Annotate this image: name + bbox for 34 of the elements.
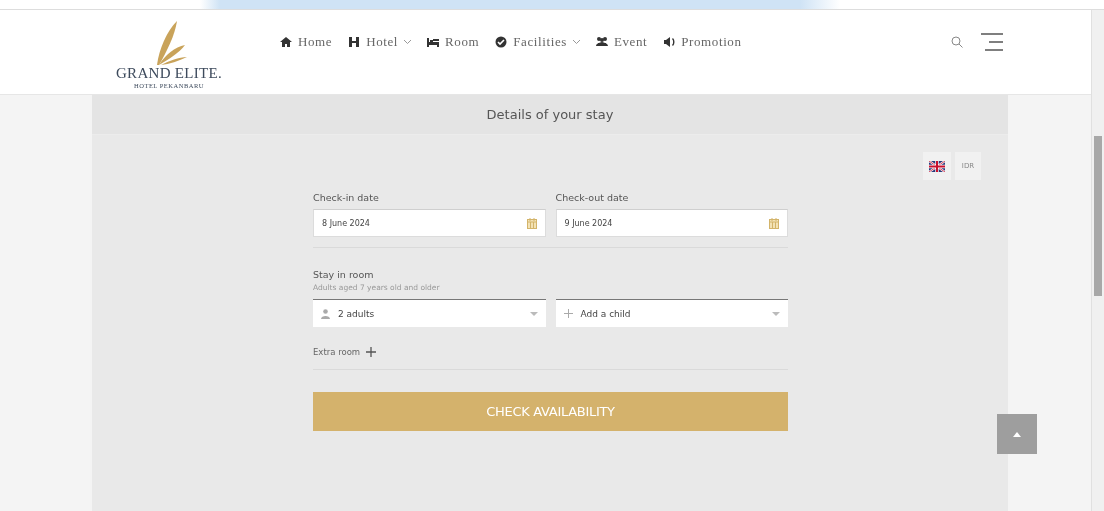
field-label: Check-in date bbox=[313, 192, 380, 203]
nav-icon bbox=[663, 36, 676, 48]
field-label: Check-out date bbox=[555, 192, 630, 203]
flag-icon[interactable] bbox=[929, 160, 945, 172]
nav-icon bbox=[427, 36, 440, 48]
nav-icon bbox=[348, 36, 361, 48]
extra-room-label: Extra room bbox=[313, 347, 361, 357]
plus-icon[interactable] bbox=[366, 347, 377, 357]
nav-icon bbox=[595, 36, 608, 48]
caret-down-icon bbox=[529, 311, 538, 316]
caret-down-icon bbox=[772, 311, 780, 316]
menu-icon[interactable] bbox=[981, 33, 1003, 51]
section-title: Details of your stay bbox=[486, 107, 614, 122]
caret-icon bbox=[1013, 431, 1021, 437]
date-field[interactable]: 9 June 2024 bbox=[555, 209, 788, 237]
date-field[interactable]: 8 June 2024 bbox=[313, 209, 546, 237]
nav-icon bbox=[495, 36, 508, 48]
adults-select[interactable]: 2 adults bbox=[313, 299, 546, 327]
children-select[interactable]: Add a child bbox=[555, 299, 788, 327]
scrollbar-thumb[interactable] bbox=[1094, 136, 1102, 296]
nav-link[interactable]: Facilities bbox=[495, 34, 580, 50]
person-icon bbox=[321, 308, 330, 319]
nav-link[interactable]: Hotel bbox=[348, 34, 412, 50]
nav-link[interactable]: Promotion bbox=[663, 34, 742, 50]
calendar-icon[interactable] bbox=[769, 217, 779, 229]
plus-icon bbox=[563, 309, 573, 318]
nav-link[interactable]: Event bbox=[595, 34, 648, 50]
calendar-icon[interactable] bbox=[526, 217, 537, 229]
search-icon[interactable] bbox=[951, 36, 963, 48]
nav-icon bbox=[280, 36, 292, 48]
field-label: Stay in room bbox=[313, 269, 375, 280]
nav-link[interactable]: Room bbox=[427, 34, 480, 50]
hotel-name: GRAND ELITE. bbox=[115, 65, 223, 82]
nav-link[interactable]: Home bbox=[280, 34, 333, 50]
